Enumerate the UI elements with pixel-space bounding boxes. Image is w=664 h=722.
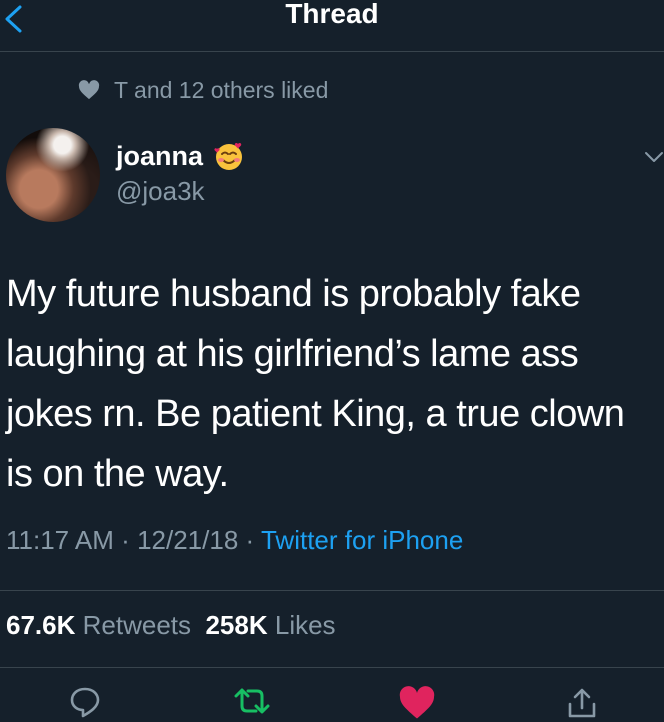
tweet-action-bar [0, 680, 664, 722]
tweet-date: 12/21/18 [137, 525, 239, 555]
smiling-face-with-hearts-emoji [214, 143, 243, 170]
meta-separator: · [121, 525, 130, 555]
tweet-time: 11:17 AM [6, 525, 114, 555]
top-nav-bar: Thread [0, 0, 664, 52]
likes-count: 258K [205, 610, 268, 640]
share-icon[interactable] [566, 686, 598, 720]
social-context-text: T and 12 others liked [114, 76, 329, 103]
avatar[interactable] [6, 128, 100, 222]
social-context[interactable]: T and 12 others liked [78, 74, 328, 106]
retweets-count: 67.6K [6, 610, 76, 640]
author-handle[interactable]: @joa3k [116, 176, 205, 207]
tweet-stats: 67.6K Retweets 258K Likes [6, 610, 336, 641]
heart-icon [78, 80, 100, 100]
tweet-metadata: 11:17 AM · 12/21/18 · Twitter for iPhone [6, 525, 463, 556]
page-title: Thread [285, 0, 379, 29]
divider [0, 667, 664, 668]
likes-label: Likes [274, 610, 336, 640]
chevron-down-icon[interactable] [644, 150, 664, 164]
retweets-stat[interactable]: 67.6K Retweets [6, 610, 191, 640]
reply-icon[interactable] [68, 686, 102, 718]
heart-filled-icon[interactable] [398, 686, 436, 720]
meta-separator: · [245, 525, 255, 555]
divider [0, 590, 664, 591]
retweet-icon[interactable] [232, 686, 272, 716]
author-name[interactable]: joanna [116, 140, 245, 172]
tweet-text: My future husband is probably fake laugh… [6, 273, 625, 495]
retweets-label: Retweets [82, 610, 192, 640]
likes-stat[interactable]: 258K Likes [205, 610, 335, 640]
tweet-source-link[interactable]: Twitter for iPhone [261, 525, 463, 555]
author-name-text: joanna [116, 140, 204, 171]
